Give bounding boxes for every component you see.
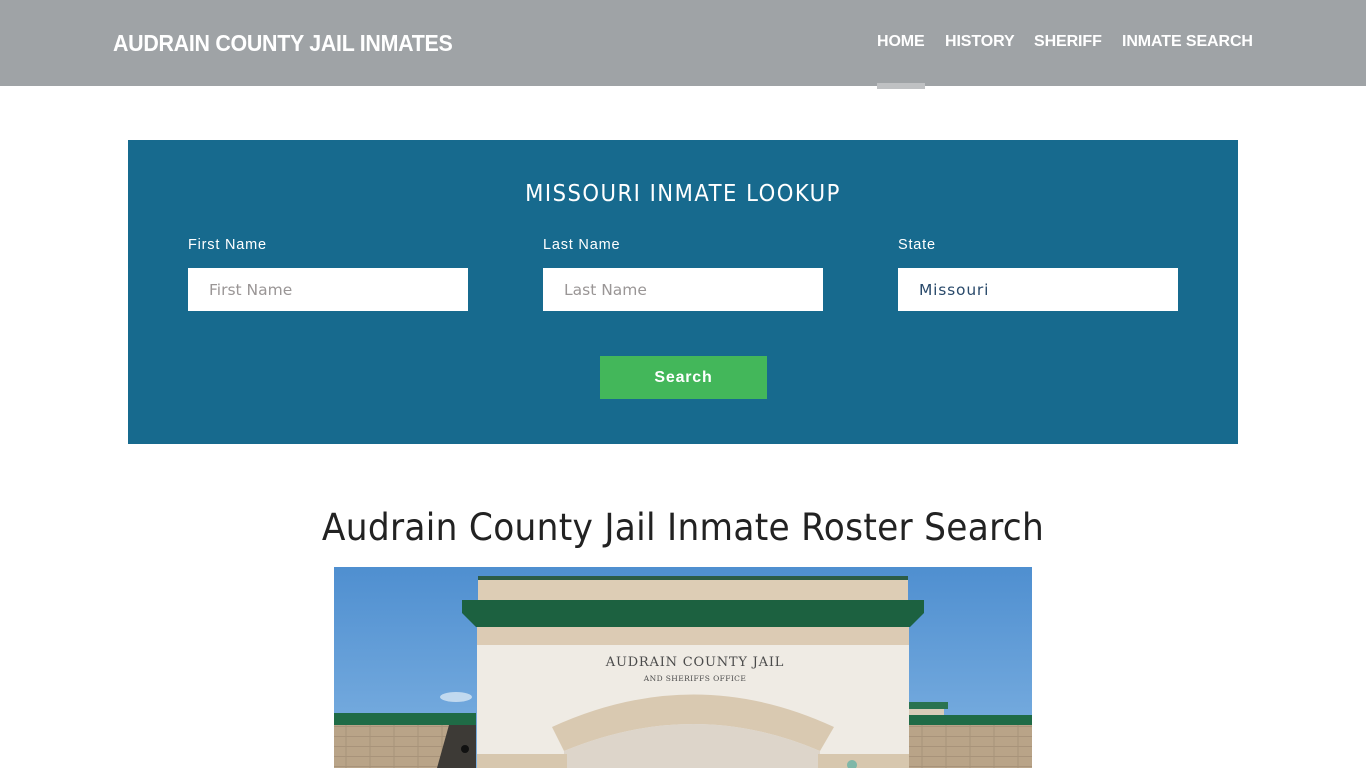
tower-top-trim xyxy=(478,576,908,580)
main-nav: HOME HISTORY SHERIFF INMATE SEARCH xyxy=(0,33,1366,93)
right-pillar-roof xyxy=(908,702,948,709)
state-input[interactable] xyxy=(898,268,1178,311)
tower-base-right xyxy=(818,754,909,768)
building-sign-main: AUDRAIN COUNTY JAIL xyxy=(605,655,784,670)
last-name-input[interactable] xyxy=(543,268,823,311)
nav-item-home[interactable]: HOME xyxy=(877,33,925,51)
right-wing-wall xyxy=(908,725,1032,768)
nav-item-inmate-search[interactable]: INMATE SEARCH xyxy=(1122,33,1253,51)
nav-item-sheriff[interactable]: SHERIFF xyxy=(1034,33,1102,51)
page-title: Audrain County Jail Inmate Roster Search xyxy=(321,506,1045,549)
state-label: State xyxy=(898,237,936,253)
building-illustration: AUDRAIN COUNTY JAIL AND SHERIFFS OFFICE xyxy=(334,567,1032,768)
tower-top-band xyxy=(478,580,908,602)
left-wing-roof xyxy=(334,713,476,725)
right-wing-roof xyxy=(908,715,1032,725)
tower-cornice xyxy=(462,600,924,627)
first-name-label: First Name xyxy=(188,237,267,253)
tower-base-left xyxy=(477,754,567,768)
first-name-input[interactable] xyxy=(188,268,468,311)
wall-light xyxy=(461,745,469,753)
lookup-title: MISSOURI INMATE LOOKUP xyxy=(525,181,841,207)
jail-building-photo: AUDRAIN COUNTY JAIL AND SHERIFFS OFFICE xyxy=(334,567,1032,768)
cloud xyxy=(440,692,472,702)
nav-active-indicator xyxy=(877,83,925,89)
search-button[interactable]: Search xyxy=(600,356,767,399)
nav-item-history[interactable]: HISTORY xyxy=(945,33,1015,51)
building-sign-sub: AND SHERIFFS OFFICE xyxy=(643,674,746,683)
last-name-label: Last Name xyxy=(543,237,621,253)
tower-upper-band xyxy=(477,627,909,645)
